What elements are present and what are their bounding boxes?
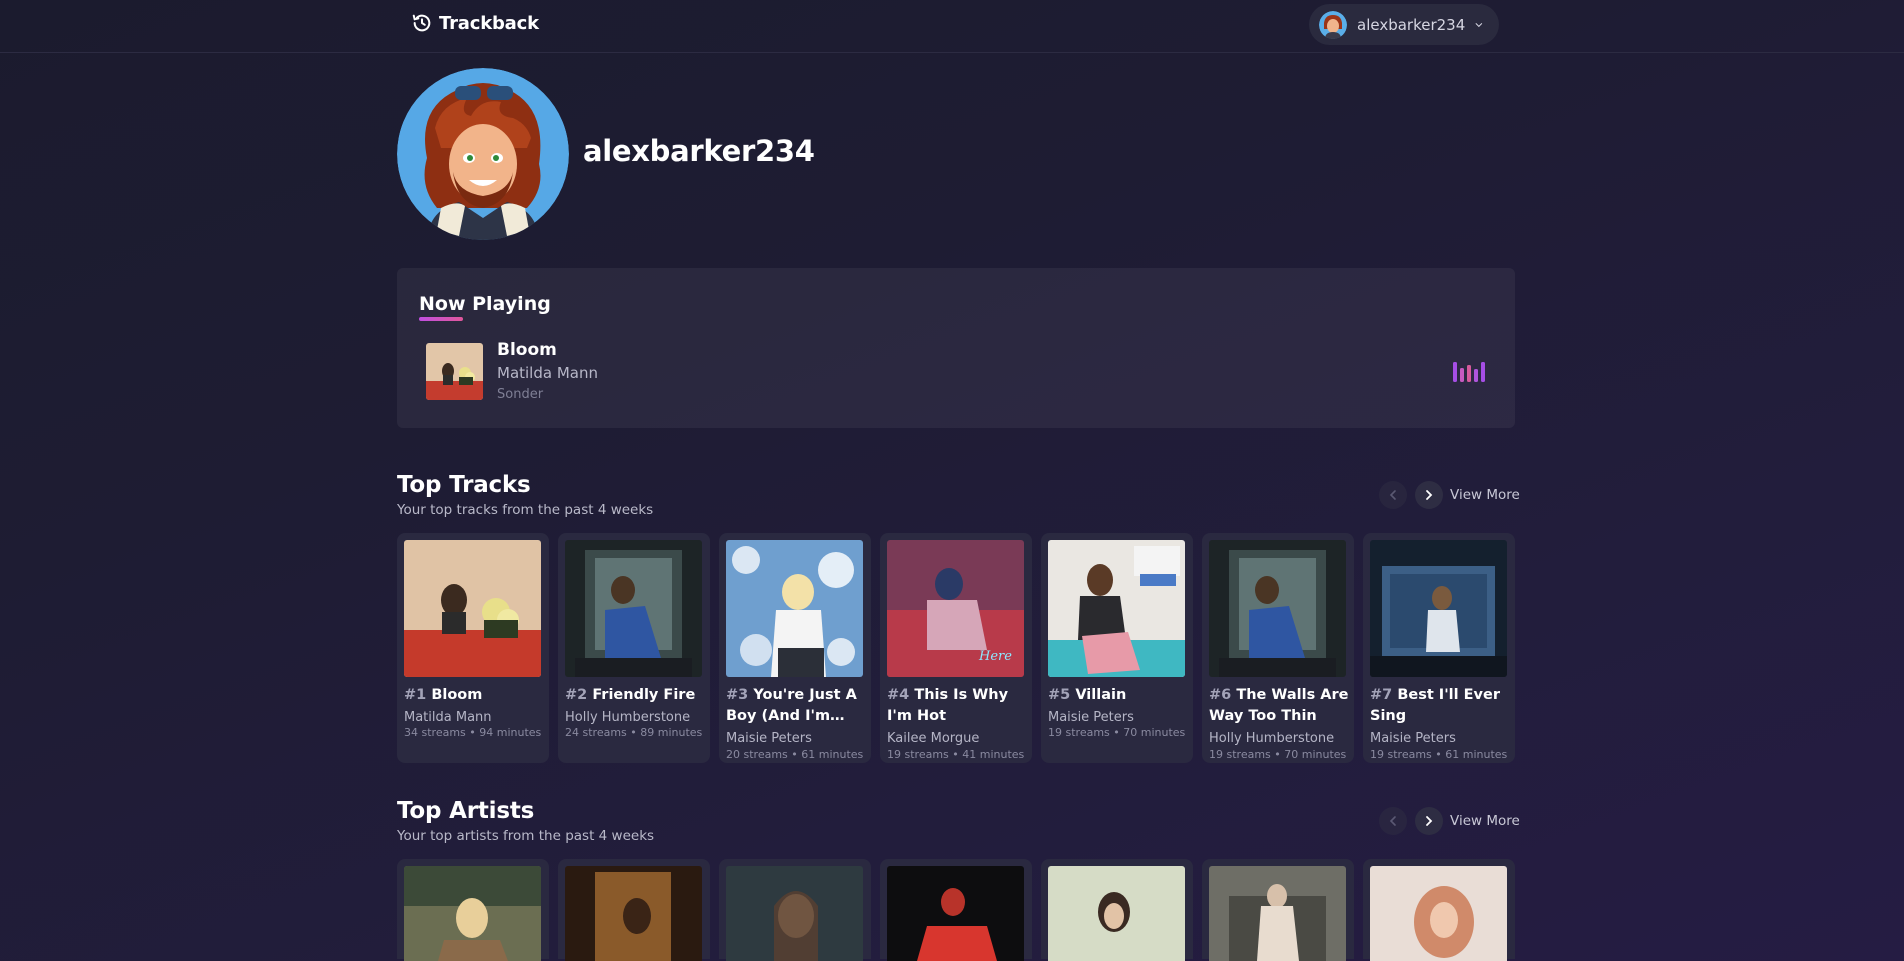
history-icon — [412, 14, 431, 32]
now-playing-card[interactable]: Now Playing Bloom Matilda Mann Sonder — [397, 268, 1515, 428]
user-menu-button[interactable]: alexbarker234 — [1309, 4, 1499, 45]
track-cover — [1048, 540, 1185, 677]
track-card[interactable]: #6 The Walls Are Way Too Thin Holly Humb… — [1202, 533, 1354, 763]
now-playing-album: Sonder — [497, 387, 544, 402]
track-stats: 20 streams • 61 minutes — [726, 748, 864, 761]
profile-avatar — [397, 68, 569, 240]
now-playing-heading: Now Playing — [419, 293, 551, 315]
artist-image — [1209, 866, 1346, 961]
avatar — [1319, 10, 1347, 39]
track-title: #7 Best I'll Ever Sing — [1370, 687, 1500, 724]
track-stats: 24 streams • 89 minutes — [565, 726, 703, 739]
heading-underline — [419, 317, 463, 321]
track-title: #2 Friendly Fire — [565, 687, 696, 703]
now-playing-track[interactable]: Bloom — [497, 340, 557, 360]
track-artist[interactable]: Kailee Morgue — [887, 731, 979, 746]
artist-card[interactable] — [558, 859, 710, 961]
track-card[interactable]: #5 Villain Maisie Peters 19 streams • 70… — [1041, 533, 1193, 763]
track-card[interactable]: #3 You're Just A Boy (And I'm… Maisie Pe… — [719, 533, 871, 763]
app-logo[interactable]: Trackback — [411, 10, 539, 36]
app-name: Trackback — [439, 12, 539, 34]
top-tracks-subtitle: Your top tracks from the past 4 weeks — [397, 502, 654, 518]
artist-image — [565, 866, 702, 961]
chevron-down-icon — [1475, 22, 1483, 27]
artist-image — [887, 866, 1024, 961]
chevron-left-icon — [1389, 816, 1396, 826]
artist-card[interactable] — [397, 859, 549, 961]
artist-card[interactable] — [1363, 859, 1515, 961]
svg-text:Here: Here — [978, 649, 1012, 664]
chevron-right-icon — [1426, 816, 1433, 826]
track-card[interactable]: #7 Best I'll Ever Sing Maisie Peters 19 … — [1363, 533, 1515, 763]
track-card[interactable]: Here #4 This Is Why I'm Hot Kailee Morgu… — [880, 533, 1032, 763]
track-title: #1 Bloom — [404, 687, 483, 703]
top-tracks-title: Top Tracks — [397, 472, 531, 498]
artist-image — [726, 866, 863, 961]
tracks-next-button[interactable] — [1415, 481, 1443, 509]
track-stats: 19 streams • 70 minutes — [1048, 726, 1186, 739]
artists-prev-button[interactable] — [1379, 807, 1407, 835]
track-cover — [726, 540, 863, 677]
track-title: #3 You're Just A Boy (And I'm… — [726, 687, 857, 724]
equalizer-icon — [1453, 362, 1485, 382]
now-playing-cover[interactable] — [426, 343, 483, 400]
artists-next-button[interactable] — [1415, 807, 1443, 835]
artist-card[interactable] — [1202, 859, 1354, 961]
profile-username: alexbarker234 — [583, 134, 815, 168]
track-stats: 19 streams • 61 minutes — [1370, 748, 1508, 761]
track-artist[interactable]: Maisie Peters — [1048, 710, 1134, 725]
track-artist[interactable]: Holly Humberstone — [565, 710, 690, 725]
tracks-prev-button[interactable] — [1379, 481, 1407, 509]
artist-card[interactable] — [1041, 859, 1193, 961]
track-title: #4 This Is Why I'm Hot — [887, 687, 1009, 724]
artists-view-more-link[interactable]: View More — [1450, 813, 1520, 829]
artist-card[interactable] — [880, 859, 1032, 961]
chevron-left-icon — [1389, 490, 1396, 500]
track-artist[interactable]: Maisie Peters — [1370, 731, 1456, 746]
track-card[interactable]: #2 Friendly Fire Holly Humberstone 24 st… — [558, 533, 710, 763]
track-artist[interactable]: Matilda Mann — [404, 710, 492, 725]
chevron-right-icon — [1426, 490, 1433, 500]
top-artists-title: Top Artists — [397, 798, 535, 824]
track-cover — [404, 540, 541, 677]
track-artist[interactable]: Maisie Peters — [726, 731, 812, 746]
track-cover — [565, 540, 702, 677]
tracks-view-more-link[interactable]: View More — [1450, 487, 1520, 503]
top-nav: Trackback alexbarker234 — [0, 0, 1904, 53]
top-artists-subtitle: Your top artists from the past 4 weeks — [397, 828, 655, 844]
track-title: #6 The Walls Are Way Too Thin — [1209, 687, 1349, 724]
artist-image — [1048, 866, 1185, 961]
user-menu-username: alexbarker234 — [1357, 15, 1466, 34]
track-stats: 34 streams • 94 minutes — [404, 726, 542, 739]
artist-image — [404, 866, 541, 961]
artist-image — [1370, 866, 1507, 961]
artist-card[interactable] — [719, 859, 871, 961]
track-stats: 19 streams • 70 minutes — [1209, 748, 1347, 761]
track-title: #5 Villain — [1048, 687, 1127, 703]
track-stats: 19 streams • 41 minutes — [887, 748, 1025, 761]
track-cover — [1209, 540, 1346, 677]
track-card[interactable]: #1 Bloom Matilda Mann 34 streams • 94 mi… — [397, 533, 549, 763]
track-cover — [1370, 540, 1507, 677]
now-playing-artist[interactable]: Matilda Mann — [497, 364, 598, 382]
track-cover: Here — [887, 540, 1024, 677]
track-artist[interactable]: Holly Humberstone — [1209, 731, 1334, 746]
